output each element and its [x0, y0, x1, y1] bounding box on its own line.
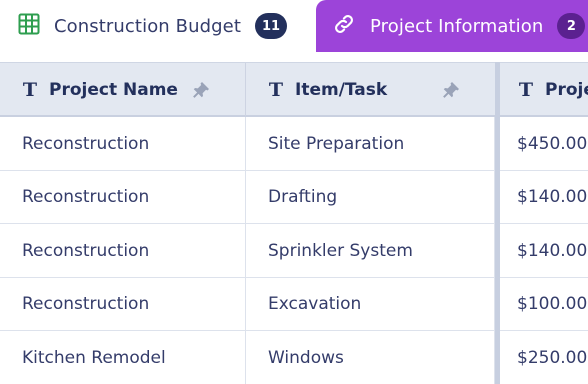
pin-icon[interactable] [441, 80, 461, 100]
link-icon [332, 12, 356, 40]
cell-item-task[interactable]: Drafting [246, 170, 495, 224]
cell-cost[interactable]: $140.00 [500, 224, 588, 277]
cell-project-name[interactable]: Reconstruction [0, 117, 246, 170]
tab-project-information[interactable]: Project Information 2 [316, 0, 588, 52]
cell-project-name[interactable]: Reconstruction [0, 277, 246, 331]
tab-label: Construction Budget [54, 15, 241, 37]
column-header-project-cost[interactable]: T Proje [500, 63, 588, 116]
cell-item-task[interactable]: Site Preparation [246, 117, 495, 170]
column-header-label: Item/Task [295, 79, 388, 100]
tab-label: Project Information [370, 15, 544, 37]
cell-item-task[interactable]: Excavation [246, 277, 495, 331]
cell-project-name[interactable]: Reconstruction [0, 224, 246, 277]
tab-construction-budget[interactable]: Construction Budget 11 [0, 0, 316, 52]
cell-project-name[interactable]: Reconstruction [0, 170, 246, 224]
cell-cost[interactable]: $250.00 [500, 331, 588, 384]
text-type-icon: T [22, 78, 38, 101]
cell-project-name[interactable]: Kitchen Remodel [0, 331, 246, 384]
cell-cost[interactable]: $100.00 [500, 278, 588, 331]
cell-cost[interactable]: $140.00 [500, 171, 588, 224]
column-header-item-task[interactable]: T Item/Task [246, 63, 496, 116]
cell-item-task[interactable]: Sprinkler System [246, 224, 495, 277]
frozen-column-divider[interactable] [495, 62, 500, 384]
text-type-icon: T [268, 78, 284, 101]
cell-cost[interactable]: $450.00 [500, 117, 588, 170]
column-header-project-name[interactable]: T Project Name [0, 63, 246, 116]
tab-bar: Construction Budget 11 Project Informati… [0, 0, 588, 54]
pin-icon[interactable] [191, 80, 211, 100]
tab-count-badge: 11 [254, 13, 288, 39]
tab-count-badge: 2 [557, 13, 586, 39]
column-header-label: Project Name [49, 79, 178, 100]
text-type-icon: T [518, 78, 534, 101]
spreadsheet-icon [18, 13, 40, 39]
cell-item-task[interactable]: Windows [246, 331, 495, 384]
data-grid: T Project Name T Item/Task T Proj Recons… [0, 62, 588, 384]
column-header-label: Proje [545, 79, 588, 100]
